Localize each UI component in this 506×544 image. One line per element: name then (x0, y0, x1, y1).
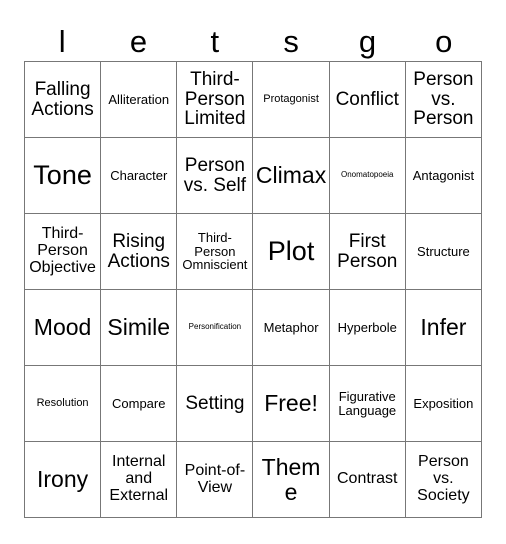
bingo-cell-r4c5[interactable]: Hyperbole (329, 290, 406, 366)
bingo-cell-r2c3[interactable]: Person vs. Self (177, 138, 254, 214)
bingo-cell-label: Simile (107, 314, 171, 341)
bingo-cell-label: Person vs. Society (417, 453, 470, 504)
bingo-cell-r6c6[interactable]: Person vs. Society (405, 442, 482, 518)
bingo-cell-label: Antagonist (412, 167, 475, 183)
bingo-cell-label: Falling Actions (31, 78, 94, 120)
bingo-cell-r6c2[interactable]: Internal and External (101, 442, 178, 518)
bingo-cell-label: Compare (112, 395, 166, 411)
bingo-cell-label: Plot (267, 236, 315, 267)
bingo-cell-label: Setting (185, 392, 245, 414)
bingo-cell-r5c6[interactable]: Exposition (405, 366, 482, 442)
bingo-cell-r5c2[interactable]: Compare (101, 366, 178, 442)
bingo-header-letter-6: o (435, 24, 453, 59)
bingo-cell-label: Alliteration (108, 91, 170, 107)
bingo-cell-label: Person vs. Person (413, 68, 474, 130)
bingo-header-letter-4: s (283, 24, 299, 59)
bingo-cell-r5c3[interactable]: Setting (177, 366, 254, 442)
bingo-cell-label: Internal and External (109, 453, 169, 504)
bingo-cell-r6c5[interactable]: Contrast (329, 442, 406, 518)
bingo-cell-label: Character (110, 167, 168, 183)
bingo-cell-r1c5[interactable]: Conflict (329, 62, 406, 138)
bingo-cell-r5c5[interactable]: Figurative Language (329, 366, 406, 442)
bingo-cell-r2c2[interactable]: Character (101, 138, 178, 214)
bingo-header-letter-2: e (129, 24, 148, 59)
bingo-cell-label: Onomatopoeia (341, 170, 394, 180)
bingo-cell-label: Theme (261, 454, 321, 505)
bingo-cell-r3c5[interactable]: First Person (329, 214, 406, 290)
bingo-cell-label: Hyperbole (337, 319, 397, 335)
bingo-cell-r2c4[interactable]: Climax (253, 138, 330, 214)
bingo-cell-label: Metaphor (263, 319, 319, 335)
bingo-cell-r4c6[interactable]: Infer (405, 290, 482, 366)
bingo-cell-label: Mood (33, 314, 92, 341)
bingo-cell-r6c4[interactable]: Theme (253, 442, 330, 518)
bingo-header-letter-3: t (210, 24, 220, 59)
bingo-cell-label: Irony (37, 466, 89, 493)
bingo-cell-r3c4[interactable]: Plot (253, 214, 330, 290)
bingo-cell-label: Third-Person Omniscient (182, 230, 248, 273)
bingo-cell-label: First Person (337, 230, 398, 272)
bingo-cell-r3c1[interactable]: Third-Person Objective (25, 214, 102, 290)
bingo-cell-label: Rising Actions (107, 230, 170, 272)
bingo-cell-label: Structure (417, 243, 470, 259)
bingo-cell-label: Climax (255, 162, 327, 189)
bingo-cell-label: Conflict (335, 88, 399, 110)
bingo-cell-r1c6[interactable]: Person vs. Person (405, 62, 482, 138)
bingo-cell-r2c6[interactable]: Antagonist (405, 138, 482, 214)
bingo-cell-r4c3[interactable]: Personification (177, 290, 254, 366)
bingo-cell-r6c3[interactable]: Point-of-View (177, 442, 254, 518)
bingo-cell-r3c6[interactable]: Structure (405, 214, 482, 290)
bingo-grid: Falling Actions Alliteration Third-Person … (24, 61, 482, 518)
bingo-cell-label: Protagonist (263, 92, 319, 105)
bingo-cell-r3c3[interactable]: Third-Person Omniscient (177, 214, 254, 290)
bingo-cell-r2c1[interactable]: Tone (25, 138, 102, 214)
bingo-cell-label: Free! (264, 390, 318, 417)
bingo-cell-label: Third-Person Limited (184, 68, 246, 130)
bingo-cell-label: Point-of-View (184, 461, 246, 496)
bingo-cell-r4c1[interactable]: Mood (25, 290, 102, 366)
bingo-cell-label: Exposition (413, 395, 474, 411)
bingo-cell-label: Resolution (36, 396, 89, 409)
bingo-cell-r2c5[interactable]: Onomatopoeia (329, 138, 406, 214)
bingo-cell-label: Personification (188, 322, 242, 332)
bingo-card: l e t s g o Falling Actions Alliteration Third-… (0, 0, 506, 544)
bingo-cell-label: Infer (420, 314, 467, 341)
bingo-cell-label: Person vs. Self (183, 154, 247, 196)
bingo-cell-r3c2[interactable]: Rising Actions (101, 214, 178, 290)
bingo-cell-r5c4[interactable]: Free! (253, 366, 330, 442)
bingo-cell-label: Contrast (337, 470, 398, 488)
bingo-header-row: letsgo (24, 12, 482, 60)
bingo-cell-r6c1[interactable]: Irony (25, 442, 102, 518)
bingo-cell-r5c1[interactable]: Resolution (25, 366, 102, 442)
bingo-cell-r1c4[interactable]: Protagonist (253, 62, 330, 138)
bingo-cell-label: Third-Person Objective (29, 225, 96, 276)
bingo-cell-r4c4[interactable]: Metaphor (253, 290, 330, 366)
bingo-cell-r1c3[interactable]: Third-Person Limited (177, 62, 254, 138)
bingo-header-letter-1: l (58, 24, 66, 59)
bingo-cell-label: Tone (33, 160, 92, 191)
bingo-header-letter-5: g (358, 24, 377, 59)
bingo-cell-r4c2[interactable]: Simile (101, 290, 178, 366)
bingo-cell-label: Figurative Language (338, 388, 397, 418)
bingo-cell-r1c2[interactable]: Alliteration (101, 62, 178, 138)
bingo-cell-r1c1[interactable]: Falling Actions (25, 62, 102, 138)
